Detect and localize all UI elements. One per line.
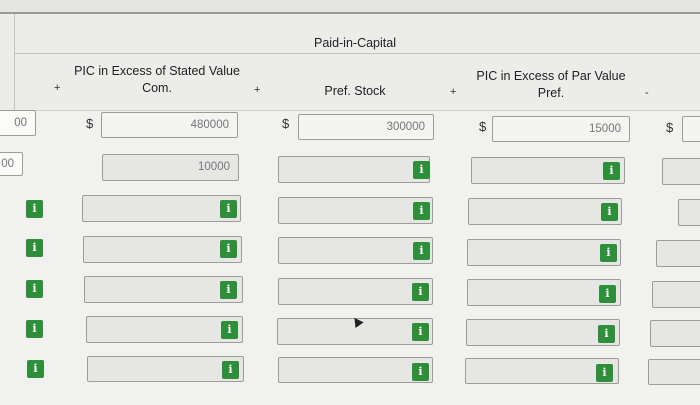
info-icon[interactable]: i bbox=[26, 200, 43, 218]
info-icon[interactable]: i bbox=[412, 363, 429, 381]
amount-input[interactable] bbox=[87, 356, 244, 382]
amount-input[interactable] bbox=[652, 281, 700, 308]
amount-input[interactable]: 480000 bbox=[101, 112, 238, 138]
info-icon[interactable]: i bbox=[603, 162, 620, 180]
info-icon[interactable]: i bbox=[220, 200, 237, 218]
column-header-line2: Com. bbox=[142, 81, 172, 95]
header-left-border bbox=[14, 14, 15, 112]
info-icon[interactable]: i bbox=[222, 361, 239, 379]
info-icon[interactable]: i bbox=[596, 364, 613, 382]
amount-input[interactable] bbox=[471, 157, 625, 184]
amount-input[interactable]: 300000 bbox=[298, 114, 434, 140]
info-icon[interactable]: i bbox=[220, 281, 237, 299]
amount-input[interactable] bbox=[468, 198, 622, 225]
amount-input[interactable] bbox=[682, 116, 700, 142]
info-icon[interactable]: i bbox=[413, 202, 430, 220]
info-icon[interactable]: i bbox=[412, 283, 429, 301]
info-icon[interactable]: i bbox=[601, 203, 618, 221]
info-icon[interactable]: i bbox=[599, 285, 616, 303]
amount-input[interactable] bbox=[466, 319, 620, 346]
column-header-line2: Pref. bbox=[537, 86, 565, 100]
amount-input[interactable] bbox=[278, 197, 433, 224]
top-strip bbox=[0, 0, 700, 12]
amount-input[interactable] bbox=[650, 320, 700, 347]
info-icon[interactable]: i bbox=[412, 323, 429, 341]
group-title: Paid-in-Capital bbox=[314, 36, 396, 50]
amount-input[interactable] bbox=[278, 278, 433, 305]
column-header-pic-par-pref: PIC in Excess of Par Value Pref. bbox=[470, 68, 632, 102]
info-icon[interactable]: i bbox=[598, 325, 615, 343]
currency-symbol: $ bbox=[86, 116, 94, 131]
plus-operator: + bbox=[54, 82, 61, 94]
info-icon[interactable]: i bbox=[220, 240, 237, 258]
left-stub-field[interactable]: 00 bbox=[0, 152, 23, 176]
info-icon[interactable]: i bbox=[26, 239, 43, 257]
amount-input[interactable] bbox=[82, 195, 241, 222]
minus-operator: - bbox=[645, 87, 649, 99]
column-header-pref-stock: Pref. Stock bbox=[324, 84, 386, 98]
currency-symbol: $ bbox=[282, 116, 290, 131]
info-icon[interactable]: i bbox=[26, 320, 43, 338]
info-icon[interactable]: i bbox=[413, 161, 430, 179]
amount-input[interactable] bbox=[86, 316, 243, 343]
header-bottom-border bbox=[14, 110, 700, 111]
header-divider bbox=[14, 53, 700, 54]
amount-input[interactable] bbox=[648, 359, 700, 385]
amount-input[interactable] bbox=[278, 156, 430, 183]
plus-operator: + bbox=[450, 86, 457, 98]
amount-input[interactable] bbox=[678, 199, 700, 226]
plus-operator: + bbox=[254, 84, 261, 96]
info-icon[interactable]: i bbox=[26, 280, 43, 298]
amount-input[interactable] bbox=[662, 158, 700, 185]
currency-symbol: $ bbox=[666, 120, 674, 135]
amount-input[interactable]: 15000 bbox=[492, 116, 630, 142]
amount-input[interactable]: 10000 bbox=[102, 154, 239, 181]
amount-input[interactable] bbox=[656, 240, 700, 267]
amount-input[interactable] bbox=[467, 239, 621, 266]
left-stub-field[interactable]: 00 bbox=[0, 110, 36, 136]
info-icon[interactable]: i bbox=[413, 242, 430, 260]
amount-input[interactable] bbox=[467, 279, 621, 306]
info-icon[interactable]: i bbox=[27, 360, 44, 378]
info-icon[interactable]: i bbox=[600, 244, 617, 262]
amount-input[interactable] bbox=[278, 237, 433, 264]
column-header-line1: PIC in Excess of Par Value bbox=[476, 69, 626, 83]
column-header-line1: PIC in Excess of Stated Value bbox=[74, 64, 240, 78]
amount-input[interactable] bbox=[83, 236, 242, 263]
amount-input[interactable] bbox=[278, 357, 433, 383]
currency-symbol: $ bbox=[479, 119, 487, 134]
column-header-pic-stated-com: PIC in Excess of Stated Value Com. bbox=[66, 63, 248, 97]
info-icon[interactable]: i bbox=[221, 321, 238, 339]
